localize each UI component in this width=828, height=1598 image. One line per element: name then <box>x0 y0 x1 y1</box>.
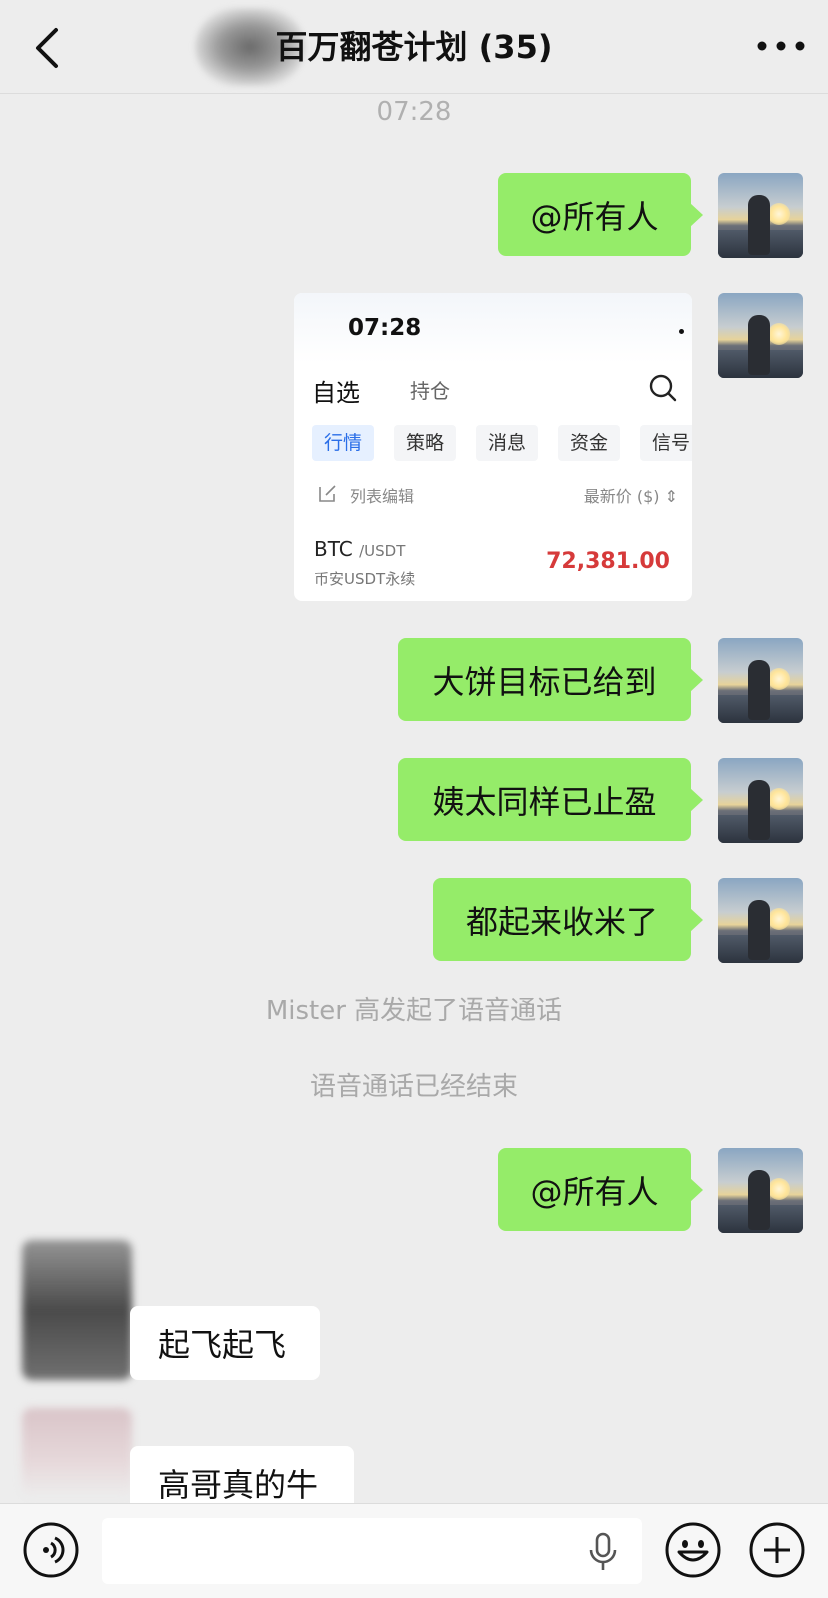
avatar[interactable] <box>22 1240 132 1380</box>
system-message: 语音通话已经结束 <box>309 1072 518 1102</box>
symbol-row: BTC /USDT <box>314 537 405 561</box>
mic-icon[interactable] <box>588 1532 618 1572</box>
avatar[interactable] <box>718 173 803 258</box>
tab-watchlist: 自选 <box>312 379 360 407</box>
avatar[interactable] <box>718 758 803 843</box>
message-bubble[interactable]: 都起来收米了 <box>433 878 703 961</box>
message-bubble[interactable]: 姨太同样已止盈 <box>398 758 703 841</box>
more-dots-icon[interactable] <box>756 38 806 54</box>
message-bubble[interactable]: 起飞起飞 <box>130 1306 320 1380</box>
status-dot <box>679 329 684 334</box>
plus-icon[interactable] <box>748 1521 806 1579</box>
voice-icon[interactable] <box>22 1521 80 1579</box>
avatar[interactable] <box>22 1408 132 1498</box>
screenshot-time: 07:28 <box>348 315 422 341</box>
input-bar <box>0 1503 828 1598</box>
chip-news: 消息 <box>476 425 539 461</box>
search-icon <box>649 374 677 402</box>
avatar[interactable] <box>718 1148 803 1233</box>
avatar[interactable] <box>718 638 803 723</box>
message-bubble[interactable]: @所有人 <box>498 173 703 256</box>
avatar[interactable] <box>718 293 803 378</box>
image-message-screenshot[interactable]: 07:28 自选 持仓 行情 策略 消息 资金 信号 列表编辑 最新价 ($) … <box>294 293 692 601</box>
chip-funds: 资金 <box>558 425 621 461</box>
chip-signal: 信号 <box>640 425 692 461</box>
chip-strategy: 策略 <box>394 425 457 461</box>
price-value: 72,381.00 <box>546 549 670 574</box>
avatar[interactable] <box>718 878 803 963</box>
chat-title: 百万翻苍计划 (35) <box>275 28 553 66</box>
message-bubble[interactable]: @所有人 <box>498 1148 703 1231</box>
edit-icon <box>319 485 336 502</box>
emoji-icon[interactable] <box>664 1521 722 1579</box>
message-input[interactable] <box>102 1518 642 1584</box>
chat-header: 百万翻苍计划 (35) <box>0 0 828 94</box>
exchange-label: 币安USDT永续 <box>314 570 416 588</box>
pair: /USDT <box>359 542 406 560</box>
tab-holdings: 持仓 <box>410 379 450 403</box>
symbol: BTC <box>314 537 353 561</box>
list-edit-label: 列表编辑 <box>350 487 415 506</box>
message-bubble[interactable]: 大饼目标已给到 <box>398 638 703 721</box>
price-column-header: 最新价 ($) ⇕ <box>583 487 678 506</box>
chip-market: 行情 <box>312 425 375 461</box>
system-message: Mister 高发起了语音通话 <box>265 996 563 1026</box>
message-timestamp: 07:28 <box>376 97 452 127</box>
